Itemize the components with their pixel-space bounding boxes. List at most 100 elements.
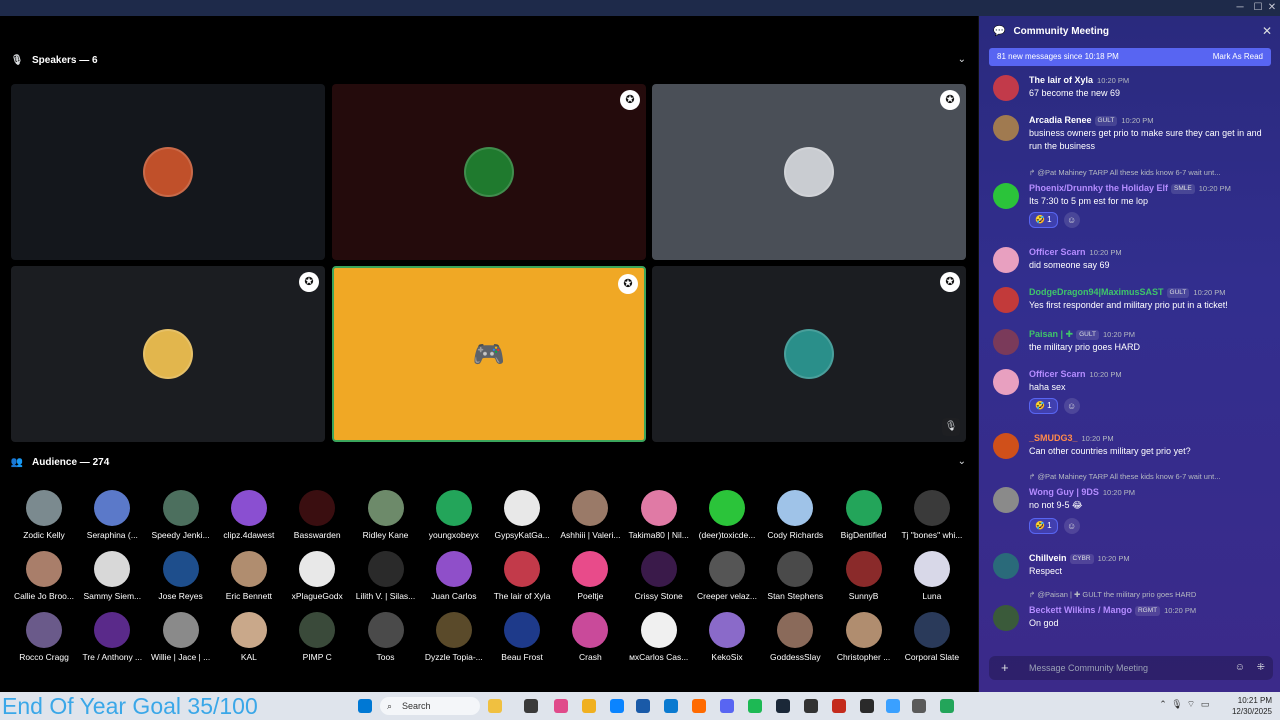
windows-start-icon[interactable] (358, 699, 372, 713)
taskbar-search[interactable]: ⌕ Search (380, 697, 480, 715)
edge-icon[interactable] (610, 699, 624, 713)
speaker-tile[interactable]: ✪ (652, 84, 966, 260)
add-reaction-icon[interactable]: ☺ (1063, 518, 1080, 534)
add-attachment-icon[interactable]: + (1001, 656, 1009, 680)
audience-member[interactable]: xPlagueGodx (283, 551, 351, 601)
taskbar-clock[interactable]: 10:21 PM 12/30/2025 (1232, 695, 1272, 717)
audience-member[interactable]: PIMP C (283, 612, 351, 662)
author-avatar[interactable] (993, 369, 1019, 395)
author-avatar[interactable] (993, 487, 1019, 513)
author-name[interactable]: The lair of Xyla (1029, 75, 1093, 85)
speaker-tile[interactable]: 🎮 ✪ (332, 266, 646, 442)
speaker-tile[interactable]: ✪ 🎙 (652, 266, 966, 442)
author-name[interactable]: Officer Scarn (1029, 369, 1086, 379)
author-avatar[interactable] (993, 433, 1019, 459)
reply-preview[interactable]: ↱ @Pat Mahiney TARP All these kids know … (1029, 168, 1220, 178)
reaction-pill[interactable]: 🤣 1 (1029, 518, 1058, 534)
audience-member[interactable]: Creeper velaz... (693, 551, 761, 601)
audience-member[interactable]: Corporal Slate (898, 612, 966, 662)
author-name[interactable]: Arcadia Renee (1029, 115, 1092, 125)
audience-member[interactable]: clipz.4dawest (215, 490, 283, 540)
settings-icon[interactable] (912, 699, 926, 713)
audience-member[interactable]: KAL (215, 612, 283, 662)
author-name[interactable]: Officer Scarn (1029, 247, 1086, 257)
audience-member[interactable]: мxCarlos Cas... (625, 612, 693, 662)
audience-member[interactable]: GoddessSlay (761, 612, 829, 662)
audience-member[interactable]: The lair of Xyla (488, 551, 556, 601)
firefox-icon[interactable] (692, 699, 706, 713)
emoji-icon[interactable]: ☺ (1235, 656, 1245, 680)
reaction-pill[interactable]: 🤣 1 (1029, 212, 1058, 228)
reply-preview[interactable]: ↱ @Paisan | ✚ GULT the military prio goe… (1029, 590, 1196, 600)
audience-member[interactable]: youngxobeyx (420, 490, 488, 540)
notepad-icon[interactable] (886, 699, 900, 713)
audience-member[interactable]: BigDentified (830, 490, 898, 540)
message-input[interactable]: + Message Community Meeting ☺ ⁜ (989, 656, 1273, 680)
author-name[interactable]: Wong Guy | 9DS (1029, 487, 1099, 497)
audience-member[interactable]: Ridley Kane (352, 490, 420, 540)
audience-member[interactable]: GypsyKatGa... (488, 490, 556, 540)
audience-member[interactable]: Cody Richards (761, 490, 829, 540)
store-icon[interactable] (636, 699, 650, 713)
author-avatar[interactable] (993, 247, 1019, 273)
audience-member[interactable]: Callie Jo Broo... (10, 551, 78, 601)
audience-header[interactable]: 👥 Audience — 274 (10, 452, 110, 472)
author-avatar[interactable] (993, 329, 1019, 355)
obs-icon[interactable] (940, 699, 954, 713)
audience-member[interactable]: Tj "bones" whi... (898, 490, 966, 540)
terminal-icon[interactable] (524, 699, 538, 713)
audience-member[interactable]: Jose Reyes (147, 551, 215, 601)
add-reaction-icon[interactable]: ☺ (1063, 212, 1080, 228)
audience-member[interactable]: Seraphina (... (78, 490, 146, 540)
valorant-icon[interactable] (832, 699, 846, 713)
new-messages-bar[interactable]: 81 new messages since 10:18 PM Mark As R… (989, 48, 1271, 66)
audience-member[interactable]: Eric Bennett (215, 551, 283, 601)
speakers-header[interactable]: 🎙 Speakers — 6 (10, 50, 98, 70)
audience-member[interactable]: KekoSix (693, 612, 761, 662)
speakers-chevron-icon[interactable]: ⌄ (958, 54, 966, 65)
audience-member[interactable]: Zodic Kelly (10, 490, 78, 540)
audience-member[interactable]: (deer)toxicde... (693, 490, 761, 540)
speaker-tile[interactable] (11, 84, 325, 260)
audience-chevron-icon[interactable]: ⌄ (958, 456, 966, 467)
close-icon[interactable]: ✕ (1262, 24, 1272, 38)
audience-member[interactable]: Beau Frost (488, 612, 556, 662)
apps-icon[interactable]: ⁜ (1257, 656, 1265, 680)
tray-mic-icon[interactable]: 🎙 (1170, 699, 1184, 713)
audience-member[interactable]: SunnyB (830, 551, 898, 601)
window-close-icon[interactable]: ✕ (1262, 0, 1280, 16)
tray-battery-icon[interactable]: ▭ (1198, 699, 1212, 713)
audience-member[interactable]: Dyzzle Topia-... (420, 612, 488, 662)
audience-member[interactable]: Lilith V. | Silas... (352, 551, 420, 601)
audience-member[interactable]: Speedy Jenki... (147, 490, 215, 540)
audience-member[interactable]: Christopher ... (830, 612, 898, 662)
author-name[interactable]: Phoenix/Drunnky the Holiday Elf (1029, 183, 1168, 193)
author-avatar[interactable] (993, 183, 1019, 209)
file-icon[interactable] (488, 699, 502, 713)
game-icon[interactable] (860, 699, 874, 713)
audience-member[interactable]: Stan Stephens (761, 551, 829, 601)
copilot-icon[interactable] (554, 699, 568, 713)
author-avatar[interactable] (993, 115, 1019, 141)
audience-member[interactable]: Ashhiii | Valeri... (556, 490, 624, 540)
minimize-icon[interactable]: ─ (1230, 0, 1250, 16)
reaction-pill[interactable]: 🤣 1 (1029, 398, 1058, 414)
author-avatar[interactable] (993, 553, 1019, 579)
audience-member[interactable]: Crissy Stone (625, 551, 693, 601)
author-name[interactable]: DodgeDragon94|MaximusSAST (1029, 287, 1164, 297)
speaker-tile[interactable]: ✪ (11, 266, 325, 442)
mark-as-read-button[interactable]: Mark As Read (1213, 48, 1263, 66)
steam-icon[interactable] (776, 699, 790, 713)
audience-member[interactable]: Willie | Jace | ... (147, 612, 215, 662)
audience-member[interactable]: Crash (556, 612, 624, 662)
author-name[interactable]: _SMUDG3_ (1029, 433, 1078, 443)
audience-member[interactable]: Sammy Siem... (78, 551, 146, 601)
speaker-tile[interactable]: ✪ (332, 84, 646, 260)
discord-icon[interactable] (720, 699, 734, 713)
audience-member[interactable]: Juan Carlos (420, 551, 488, 601)
audience-member[interactable]: Basswarden (283, 490, 351, 540)
audience-member[interactable]: Luna (898, 551, 966, 601)
folder-icon[interactable] (582, 699, 596, 713)
author-name[interactable]: Chillvein (1029, 553, 1067, 563)
audience-member[interactable]: Toos (352, 612, 420, 662)
